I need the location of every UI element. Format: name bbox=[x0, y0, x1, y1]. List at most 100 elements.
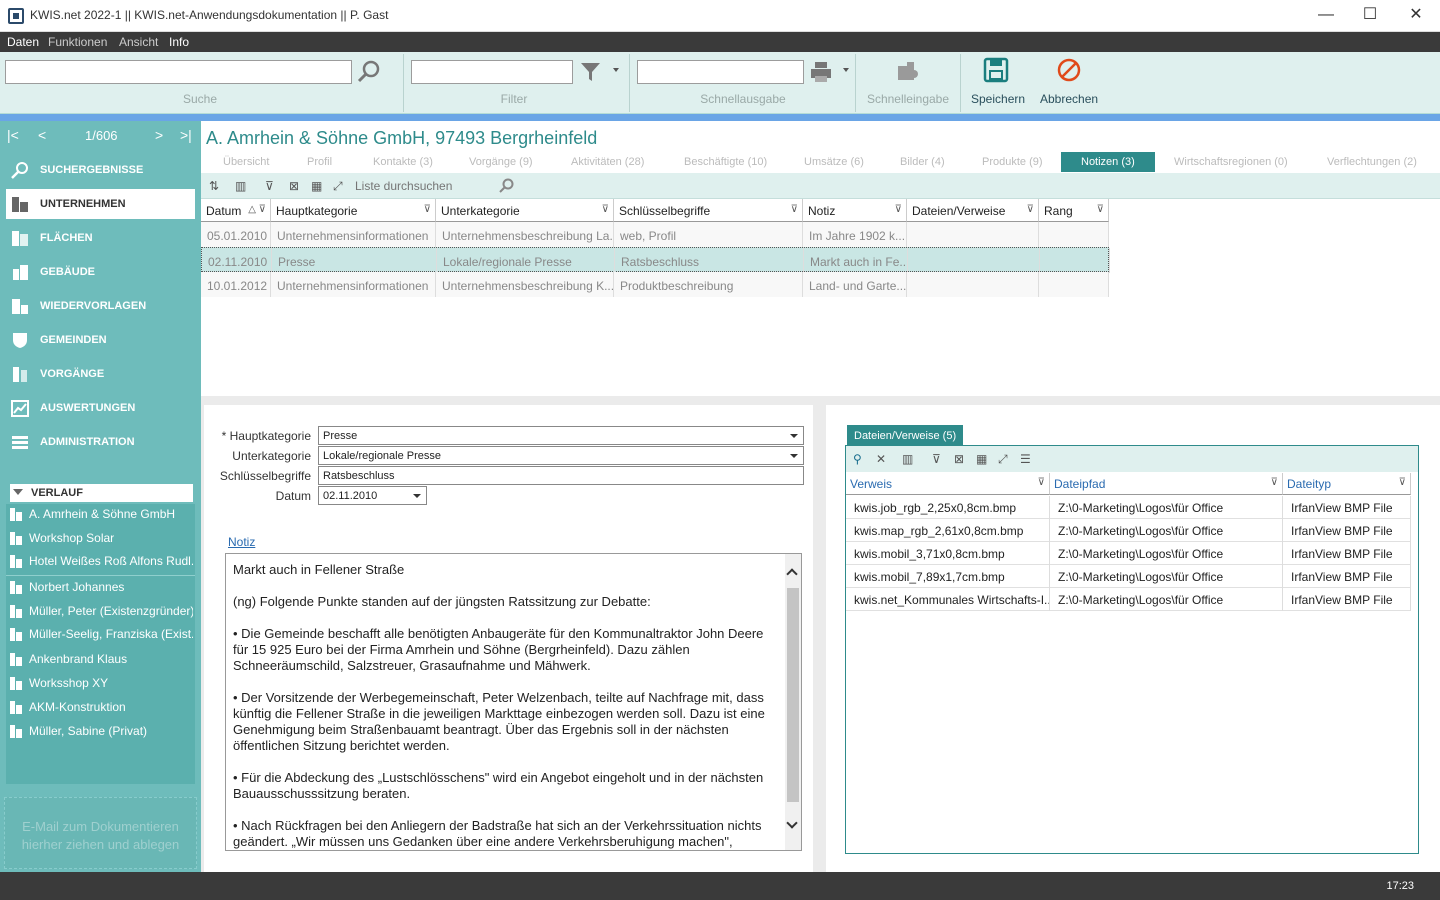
print-dropdown-icon[interactable] bbox=[843, 68, 849, 72]
email-dropzone[interactable]: E-Mail zum Dokumentieren hierher ziehen … bbox=[4, 797, 197, 869]
tab-profil[interactable]: Profil bbox=[307, 156, 332, 168]
menu-ansicht[interactable]: Ansicht bbox=[119, 35, 158, 49]
cancel-icon[interactable] bbox=[1056, 57, 1082, 83]
tab-kontakte[interactable]: Kontakte (3) bbox=[373, 156, 433, 168]
nav-item-suchergebnisse[interactable]: SUCHERGEBNISSE bbox=[6, 155, 195, 185]
grid-search-input[interactable] bbox=[355, 176, 495, 196]
list-item[interactable]: Norbert Johannes bbox=[6, 577, 195, 599]
nav-item-auswertungen[interactable]: AUSWERTUNGEN bbox=[6, 393, 195, 423]
prev-record-button[interactable]: < bbox=[38, 127, 46, 143]
nav-item-unternehmen[interactable]: UNTERNEHMEN bbox=[6, 189, 195, 219]
unterkategorie-select[interactable]: Lokale/regionale Presse bbox=[318, 446, 804, 465]
expand-icon[interactable]: ⤢ bbox=[333, 179, 347, 193]
nav-item-administration[interactable]: ADMINISTRATION bbox=[6, 427, 195, 457]
list-item[interactable]: Müller, Peter (Existenzgründer) bbox=[6, 601, 195, 623]
clear-filter-icon[interactable]: ⊽ bbox=[932, 452, 946, 466]
filter-icon[interactable]: ⊽ bbox=[424, 204, 431, 215]
tab-bilder[interactable]: Bilder (4) bbox=[900, 156, 945, 168]
column-header-notiz[interactable]: Notiz ⊽ bbox=[803, 199, 907, 222]
next-record-button[interactable]: > bbox=[155, 127, 163, 143]
table-row[interactable]: 10.01.2012 Unternehmensinformationen Unt… bbox=[201, 272, 1109, 297]
save-button[interactable]: Speichern bbox=[971, 92, 1025, 106]
notiz-link[interactable]: Notiz bbox=[228, 535, 255, 549]
column-header-hauptkategorie[interactable]: Hauptkategorie ⊽ bbox=[271, 199, 436, 222]
column-header-dateipfad[interactable]: Dateipfad ⊽ bbox=[1050, 473, 1283, 495]
menu-funktionen[interactable]: Funktionen bbox=[48, 35, 107, 49]
nav-item-wiedervorlagen[interactable]: WIEDERVORLAGEN bbox=[6, 291, 195, 321]
table-row[interactable]: kwis.net_Kommunales Wirtschafts-I... Z:\… bbox=[846, 588, 1411, 611]
expand-icon[interactable]: ⤢ bbox=[998, 452, 1012, 466]
scrollbar[interactable] bbox=[785, 554, 801, 850]
filter-dropdown-icon[interactable] bbox=[613, 68, 619, 72]
column-header-schluesselbegriffe[interactable]: Schlüsselbegriffe ⊽ bbox=[614, 199, 803, 222]
list-item[interactable]: Müller-Seelig, Franziska (Exist... bbox=[6, 624, 195, 646]
list-item[interactable]: Müller, Sabine (Privat) bbox=[6, 721, 195, 743]
filter-icon[interactable]: ⊽ bbox=[791, 204, 798, 215]
table-row[interactable]: kwis.map_rgb_2,61x0,8cm.bmp Z:\0-Marketi… bbox=[846, 519, 1411, 542]
table-row[interactable]: kwis.mobil_3,71x0,8cm.bmp Z:\0-Marketing… bbox=[846, 542, 1411, 565]
export-icon[interactable]: ⊠ bbox=[289, 179, 303, 193]
link-icon[interactable]: ⚲ bbox=[853, 452, 867, 466]
nav-item-vorgaenge[interactable]: VORGÄNGE bbox=[6, 359, 195, 389]
save-icon[interactable] bbox=[983, 57, 1009, 83]
sort-icon[interactable]: ⇅ bbox=[209, 179, 223, 193]
quickout-input[interactable] bbox=[637, 60, 804, 84]
list-item[interactable]: Worksshop XY bbox=[6, 673, 195, 695]
verlauf-header[interactable]: VERLAUF bbox=[10, 484, 193, 502]
tab-umsaetze[interactable]: Umsätze (6) bbox=[804, 156, 864, 168]
table-row[interactable]: 05.01.2010 Unternehmensinformationen Unt… bbox=[201, 222, 1109, 247]
list-item[interactable]: Workshop Solar bbox=[6, 528, 195, 550]
table-row[interactable]: kwis.job_rgb_2,25x0,8cm.bmp Z:\0-Marketi… bbox=[846, 496, 1411, 519]
table-row[interactable]: 02.11.2010 Presse Lokale/regionale Press… bbox=[201, 247, 1110, 273]
datum-field[interactable]: 02.11.2010 bbox=[318, 486, 427, 505]
filter-input[interactable] bbox=[411, 60, 573, 84]
delete-icon[interactable]: ✕ bbox=[876, 452, 890, 466]
filter-icon[interactable]: ⊽ bbox=[1027, 204, 1034, 215]
filter-icon[interactable] bbox=[580, 61, 602, 83]
first-record-button[interactable]: |< bbox=[7, 127, 19, 143]
tab-notizen[interactable]: Notizen (3) bbox=[1061, 152, 1155, 172]
schluesselbegriffe-field[interactable]: Ratsbeschluss bbox=[318, 466, 804, 485]
table-icon[interactable]: ▦ bbox=[311, 179, 325, 193]
tab-vorgaenge[interactable]: Vorgänge (9) bbox=[469, 156, 533, 168]
table-row[interactable]: kwis.mobil_7,89x1,7cm.bmp Z:\0-Marketing… bbox=[846, 565, 1411, 588]
list-item[interactable]: AKM-Konstruktion bbox=[6, 697, 195, 719]
column-header-rang[interactable]: Rang ⊽ bbox=[1039, 199, 1109, 222]
filter-icon[interactable]: ⊽ bbox=[602, 204, 609, 215]
cancel-button[interactable]: Abbrechen bbox=[1040, 92, 1098, 106]
filter-icon[interactable]: ⊽ bbox=[895, 204, 902, 215]
menu-info[interactable]: Info bbox=[169, 35, 189, 49]
columns-icon[interactable]: ▥ bbox=[902, 452, 916, 466]
minimize-button[interactable]: — bbox=[1306, 4, 1346, 28]
note-textarea[interactable]: Markt auch in Fellener Straße (ng) Folge… bbox=[225, 553, 802, 851]
printer-icon[interactable] bbox=[810, 61, 832, 83]
scroll-down-icon[interactable] bbox=[786, 817, 798, 829]
last-record-button[interactable]: >| bbox=[180, 127, 192, 143]
table-icon[interactable]: ▦ bbox=[976, 452, 990, 466]
filter-icon[interactable]: ⊽ bbox=[1097, 204, 1104, 215]
files-tab[interactable]: Dateien/Verweise (5) bbox=[847, 425, 964, 445]
column-header-dateityp[interactable]: Dateityp ⊽ bbox=[1283, 473, 1411, 495]
filter-icon[interactable]: ⊽ bbox=[1038, 477, 1045, 488]
tab-uebersicht[interactable]: Übersicht bbox=[223, 156, 269, 168]
filter-icon[interactable]: ⊽ bbox=[1271, 477, 1278, 488]
nav-item-gebaeude[interactable]: GEBÄUDE bbox=[6, 257, 195, 287]
nav-item-gemeinden[interactable]: GEMEINDEN bbox=[6, 325, 195, 355]
search-icon[interactable] bbox=[498, 178, 514, 194]
tab-beschaeftigte[interactable]: Beschäftigte (10) bbox=[684, 156, 767, 168]
scroll-thumb[interactable] bbox=[787, 588, 799, 802]
tab-aktivitaeten[interactable]: Aktivitäten (28) bbox=[571, 156, 644, 168]
quick-entry-label[interactable]: Schnelleingabe bbox=[862, 92, 954, 106]
tab-verflechtungen[interactable]: Verflechtungen (2) bbox=[1327, 156, 1417, 168]
columns-icon[interactable]: ▥ bbox=[235, 179, 249, 193]
column-header-verweis[interactable]: Verweis ⊽ bbox=[846, 473, 1050, 495]
hauptkategorie-select[interactable]: Presse bbox=[318, 426, 804, 445]
column-header-datum[interactable]: Datum △ ⊽ bbox=[201, 199, 271, 222]
search-input[interactable] bbox=[5, 60, 352, 84]
tab-wirtschaftsregionen[interactable]: Wirtschaftsregionen (0) bbox=[1174, 156, 1288, 168]
column-header-dateien[interactable]: Dateien/Verweise ⊽ bbox=[907, 199, 1039, 222]
menu-daten[interactable]: Daten bbox=[7, 35, 39, 49]
list-item[interactable]: A. Amrhein & Söhne GmbH bbox=[6, 504, 195, 526]
list-item[interactable]: Ankenbrand Klaus bbox=[6, 649, 195, 671]
clear-filter-icon[interactable]: ⊽ bbox=[265, 179, 279, 193]
